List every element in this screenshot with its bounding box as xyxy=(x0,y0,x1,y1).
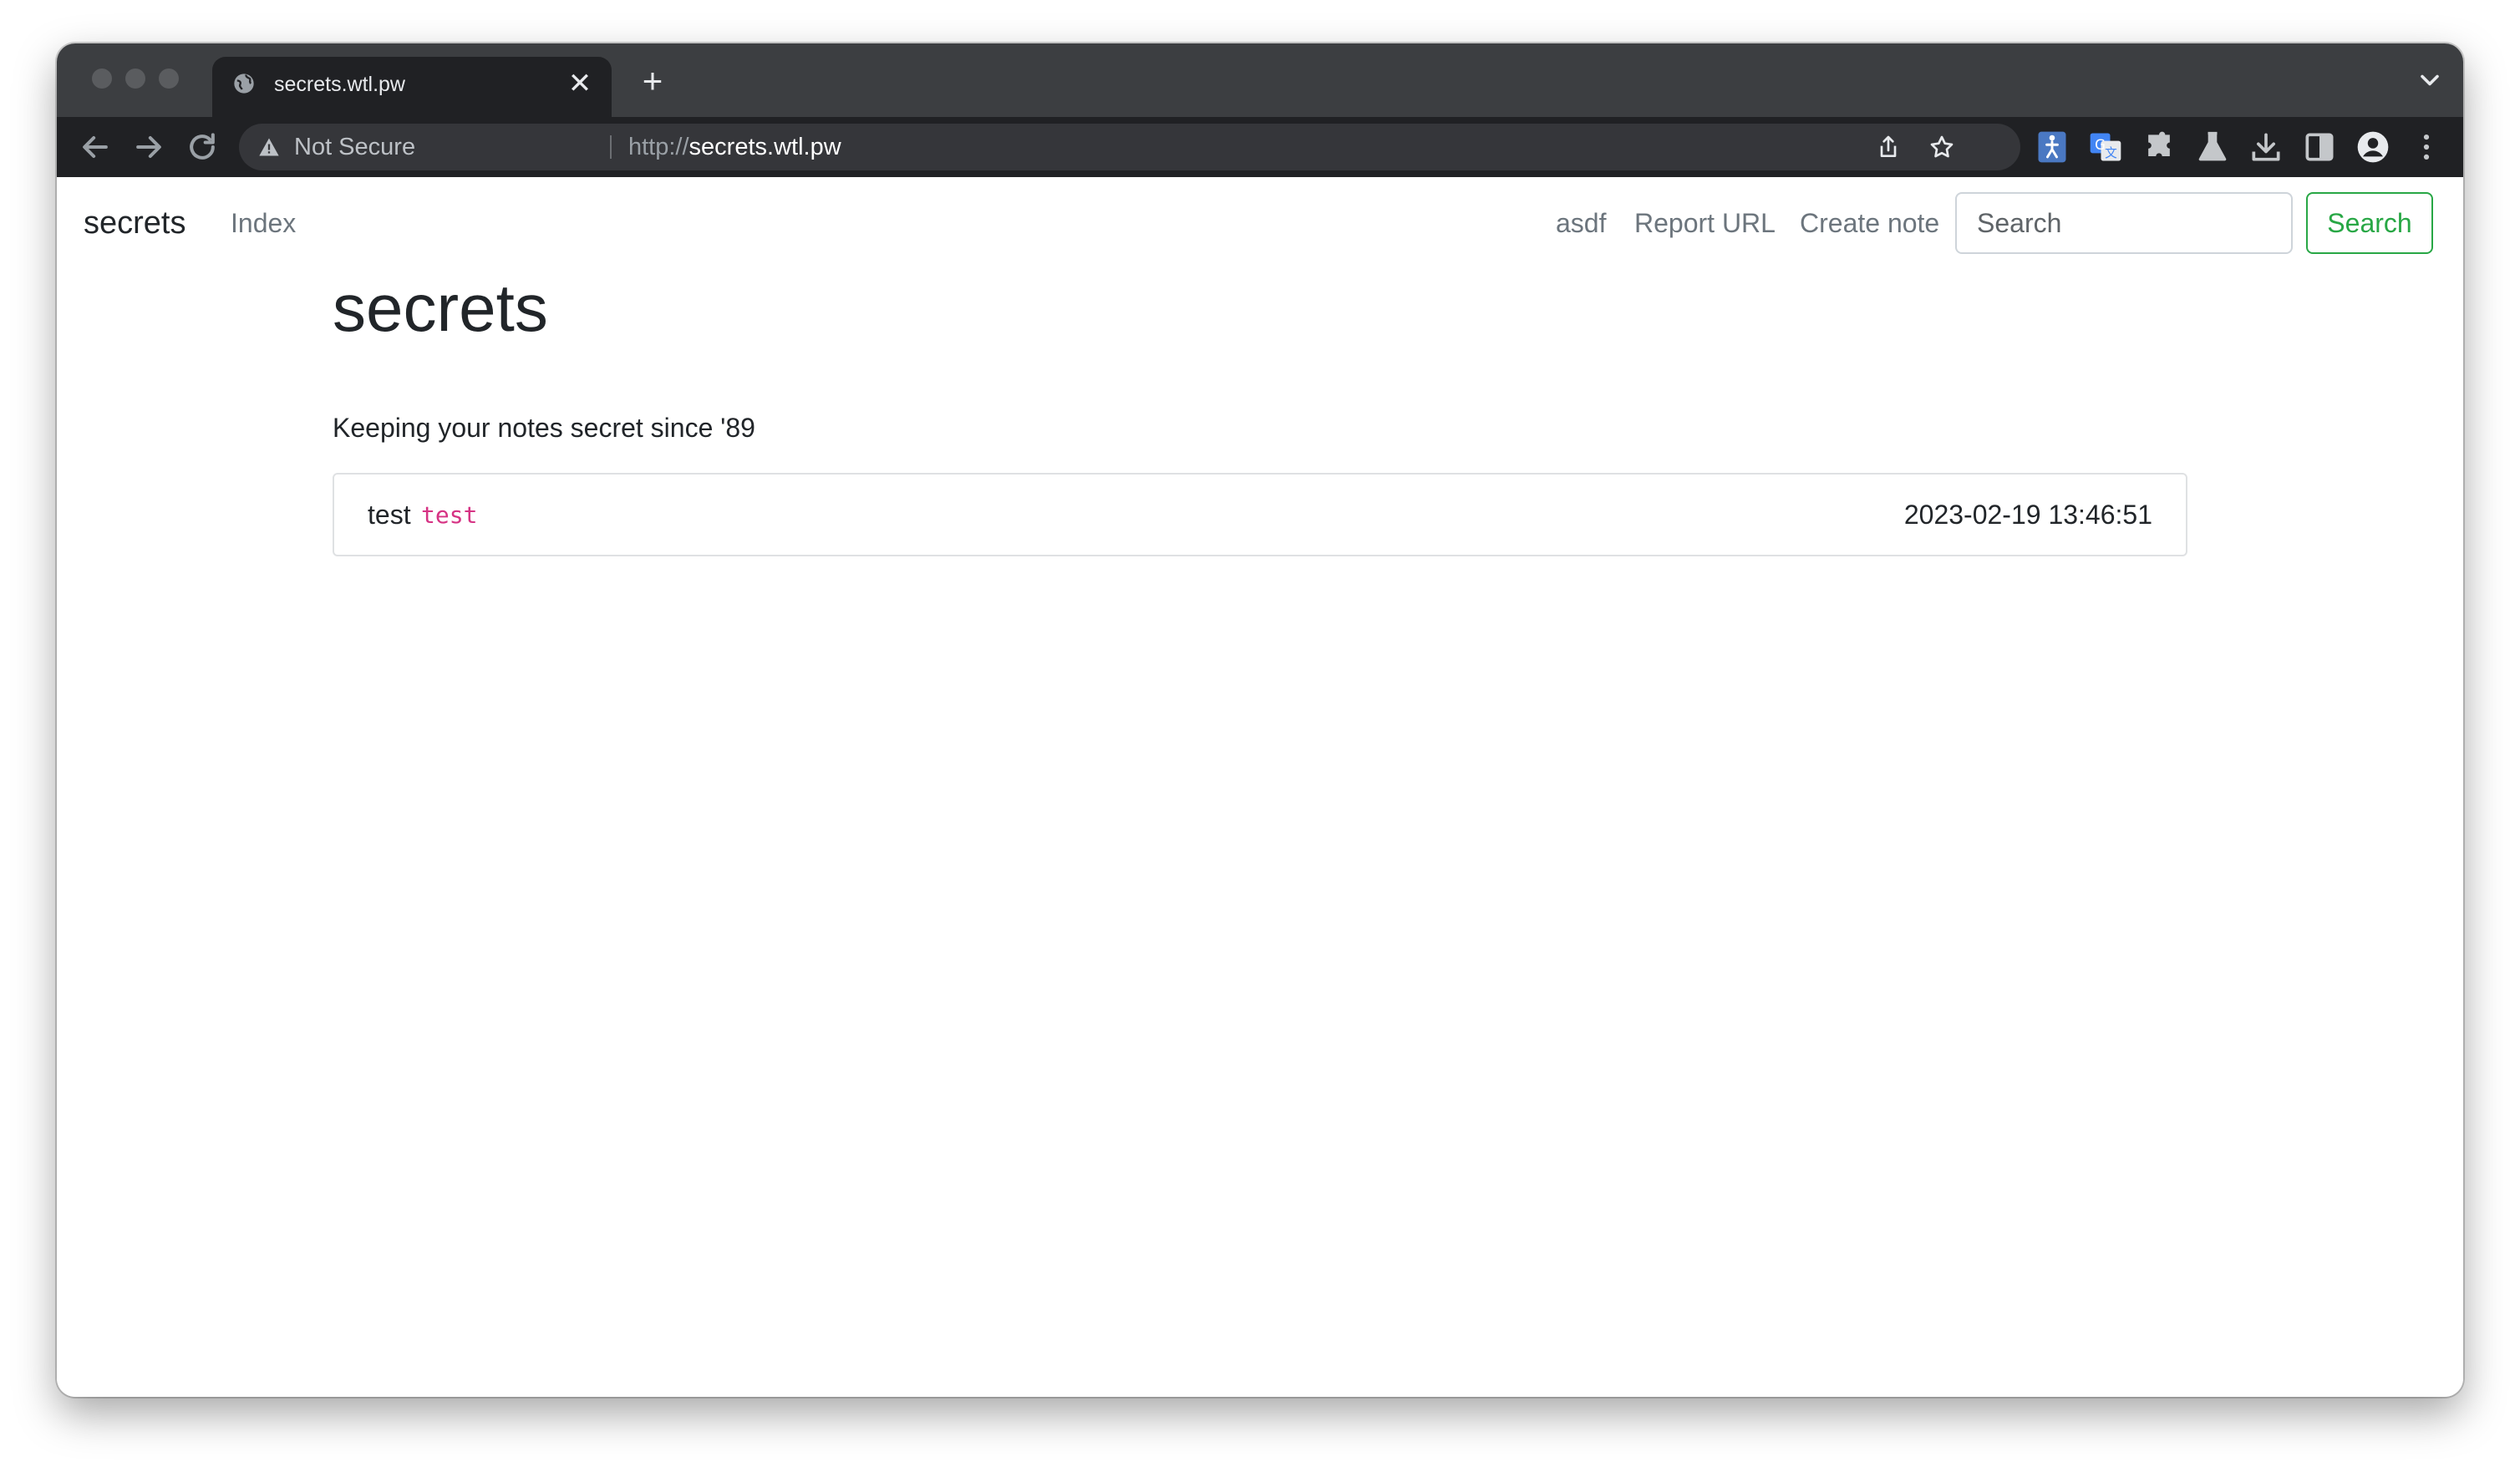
plus-icon[interactable]: + xyxy=(633,62,672,100)
chevron-down-icon[interactable] xyxy=(2415,65,2445,95)
url-host: secrets.wtl.pw xyxy=(688,134,841,160)
nav-link-index[interactable]: Index xyxy=(231,199,296,247)
address-bar[interactable]: Not Secure http://secrets.wtl.pw xyxy=(239,124,2020,170)
forward-arrow-icon[interactable] xyxy=(130,129,167,165)
url-scheme: http:// xyxy=(628,134,689,160)
more-vert-icon[interactable] xyxy=(2408,129,2445,165)
url-text[interactable]: http://secrets.wtl.pw xyxy=(628,124,841,170)
minimize-window-button[interactable] xyxy=(125,69,145,89)
security-status-label[interactable]: Not Secure xyxy=(294,124,415,170)
flask-icon[interactable] xyxy=(2194,129,2231,165)
note-code: test xyxy=(421,501,478,529)
nav-link-report-url[interactable]: Report URL xyxy=(1634,199,1776,247)
globe-icon xyxy=(234,74,254,94)
svg-text:G: G xyxy=(2095,137,2106,153)
close-window-button[interactable] xyxy=(92,69,112,89)
svg-text:文: 文 xyxy=(2105,146,2117,160)
reload-icon[interactable] xyxy=(184,129,221,165)
address-separator xyxy=(610,135,612,159)
page-title: secrets xyxy=(333,271,548,345)
navbar-brand[interactable]: secrets xyxy=(84,199,185,247)
translate-extension-icon[interactable]: G 文 xyxy=(2087,129,2124,165)
search-input[interactable] xyxy=(1955,192,2293,254)
browser-toolbar: Not Secure http://secrets.wtl.pw G 文 xyxy=(57,117,2463,177)
note-title[interactable]: test xyxy=(368,475,411,555)
nav-link-create-note[interactable]: Create note xyxy=(1800,199,1939,247)
note-list-item[interactable]: test test 2023-02-19 13:46:51 xyxy=(333,473,2187,556)
tab-strip: secrets.wtl.pw ✕ + xyxy=(57,43,2463,117)
side-panel-icon[interactable] xyxy=(2301,129,2338,165)
accessibility-extension-icon[interactable] xyxy=(2034,129,2070,165)
puzzle-icon[interactable] xyxy=(2141,129,2177,165)
close-icon[interactable]: ✕ xyxy=(563,67,597,100)
nav-link-user[interactable]: asdf xyxy=(1556,199,1606,247)
browser-window: secrets.wtl.pw ✕ + Not Secure http://sec… xyxy=(57,43,2463,1397)
share-icon[interactable] xyxy=(1875,134,1902,160)
profile-icon[interactable] xyxy=(2355,129,2391,165)
tab-active[interactable]: secrets.wtl.pw ✕ xyxy=(212,57,612,117)
download-icon[interactable] xyxy=(2248,129,2284,165)
search-button[interactable]: Search xyxy=(2306,192,2433,254)
zoom-window-button[interactable] xyxy=(159,69,179,89)
page-tagline: Keeping your notes secret since '89 xyxy=(333,413,755,443)
web-page: secrets Index asdf Report URL Create not… xyxy=(57,177,2463,1397)
note-timestamp: 2023-02-19 13:46:51 xyxy=(1903,500,2152,530)
warning-icon[interactable] xyxy=(257,135,281,159)
back-arrow-icon[interactable] xyxy=(77,129,114,165)
star-icon[interactable] xyxy=(1928,134,1955,160)
tab-title: secrets.wtl.pw xyxy=(274,73,405,96)
